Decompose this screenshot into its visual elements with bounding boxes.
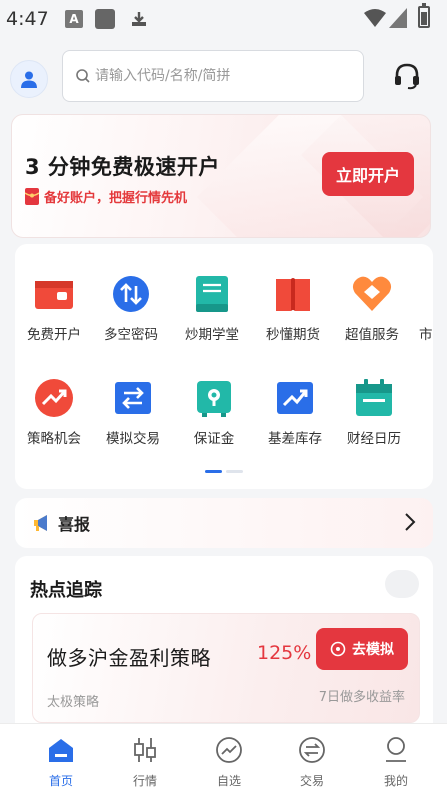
- page-indicator: [205, 470, 243, 473]
- hot-topics-title: 热点追踪: [30, 580, 102, 601]
- feature-item-value-service[interactable]: 超值服务: [330, 273, 414, 363]
- feature-item-margin[interactable]: 保证金: [172, 377, 256, 467]
- headset-icon[interactable]: [392, 61, 422, 91]
- feature-item-calendar[interactable]: 财经日历: [332, 377, 416, 467]
- status-time: 4:47: [6, 8, 49, 30]
- feature-label: 基差库存: [268, 431, 322, 447]
- feature-item-long-short[interactable]: 多空密码: [89, 273, 173, 363]
- good-news-bar[interactable]: 喜报: [15, 498, 433, 548]
- nav-watchlist[interactable]: 自选: [194, 724, 264, 794]
- simulate-button[interactable]: 去模拟: [316, 628, 408, 670]
- open-account-button[interactable]: 立即开户: [322, 152, 414, 196]
- feature-label: 保证金: [193, 431, 235, 447]
- strategy-card[interactable]: 做多沪金盈利策略 125% 去模拟 太极策略 7日做多收益率: [32, 613, 420, 723]
- nav-market[interactable]: 行情: [110, 724, 180, 794]
- trend-circle-icon: [216, 737, 242, 763]
- feature-label: 模拟交易: [106, 431, 160, 447]
- feature-label: 炒期学堂: [185, 327, 239, 343]
- feature-item-open-account[interactable]: 免费开户: [15, 273, 96, 363]
- open-book-icon: [276, 278, 310, 311]
- feature-item-simulated-trading[interactable]: 模拟交易: [91, 377, 175, 467]
- wallet-icon: [35, 281, 73, 309]
- strategy-name: 做多沪金盈利策略: [47, 646, 211, 670]
- profile-icon: [386, 737, 406, 762]
- book-icon: [196, 276, 228, 312]
- feature-label: 策略机会: [27, 431, 81, 447]
- feature-item-futures-basics[interactable]: 秒懂期货: [251, 273, 335, 363]
- calendar-icon: [356, 379, 392, 416]
- wifi-icon: [364, 9, 386, 27]
- banner-subtitle: 备好账户，把握行情先机: [25, 187, 187, 206]
- feature-grid: 免费开户 多空密码 炒期学堂 秒懂期货 超值服务 市 策略机会 模拟交易 保证金…: [15, 244, 433, 489]
- search-icon: [76, 69, 90, 83]
- strategy-metric: 7日做多收益率: [318, 690, 405, 705]
- hot-topics-card: 热点追踪 做多沪金盈利策略 125% 去模拟 太极策略 7日做多收益率: [15, 556, 433, 736]
- feature-label: 市: [419, 327, 433, 343]
- simulate-button-label: 去模拟: [352, 642, 394, 658]
- safe-icon: [197, 381, 231, 417]
- swap-horizontal-icon: [115, 382, 151, 414]
- hot-topics-toggle[interactable]: [385, 570, 419, 598]
- nav-label: 交易: [299, 774, 324, 788]
- nav-home[interactable]: 首页: [26, 724, 96, 794]
- feature-item-strategy[interactable]: 策略机会: [15, 377, 96, 467]
- chart-up-icon: [277, 382, 313, 414]
- swap-vertical-icon: [113, 276, 149, 312]
- feature-label: 免费开户: [27, 327, 81, 343]
- avatar[interactable]: [10, 60, 48, 98]
- red-envelope-icon: [25, 188, 39, 205]
- feature-label: 秒懂期货: [266, 327, 320, 343]
- feature-item-school[interactable]: 炒期学堂: [170, 273, 254, 363]
- account-opening-banner[interactable]: 3 分钟免费极速开户 备好账户，把握行情先机 立即开户: [11, 114, 431, 238]
- search-input[interactable]: [95, 68, 335, 84]
- nav-label: 首页: [48, 774, 73, 788]
- target-icon: [330, 641, 346, 657]
- strategy-return: 125%: [257, 642, 312, 664]
- nav-label: 行情: [132, 774, 157, 788]
- page-dot: [226, 470, 243, 473]
- app-notification-icon: [95, 9, 115, 29]
- download-icon: [132, 12, 146, 26]
- battery-icon: [418, 3, 430, 28]
- trend-up-icon: [35, 379, 73, 417]
- nav-label: 自选: [216, 774, 241, 788]
- user-icon: [21, 71, 37, 88]
- feature-item-basis-inventory[interactable]: 基差库存: [253, 377, 337, 467]
- nav-trade[interactable]: 交易: [277, 724, 347, 794]
- banner-title: 3 分钟免费极速开户: [25, 155, 220, 179]
- status-bar: 4:47 A: [0, 0, 447, 40]
- feature-label: 多空密码: [104, 327, 158, 343]
- megaphone-icon: [34, 515, 47, 531]
- heart-icon: [352, 276, 392, 311]
- feature-label: 超值服务: [345, 327, 399, 343]
- page-dot-active: [205, 470, 222, 473]
- search-box[interactable]: [62, 50, 364, 102]
- exchange-icon: [299, 737, 325, 763]
- signal-icon: [389, 8, 407, 28]
- font-icon: A: [65, 10, 83, 28]
- banner-subtitle-text: 备好账户，把握行情先机: [44, 191, 188, 206]
- feature-label: 财经日历: [347, 431, 401, 447]
- feature-item-more[interactable]: 市: [407, 273, 433, 363]
- home-icon: [49, 739, 73, 762]
- strategy-author: 太极策略: [47, 695, 100, 710]
- nav-profile[interactable]: 我的: [361, 724, 431, 794]
- nav-label: 我的: [383, 774, 408, 788]
- candlestick-icon: [134, 738, 156, 762]
- chevron-right-icon: [405, 513, 416, 531]
- news-label: 喜报: [58, 515, 91, 534]
- bottom-nav: 首页 行情 自选 交易 我的: [0, 723, 447, 794]
